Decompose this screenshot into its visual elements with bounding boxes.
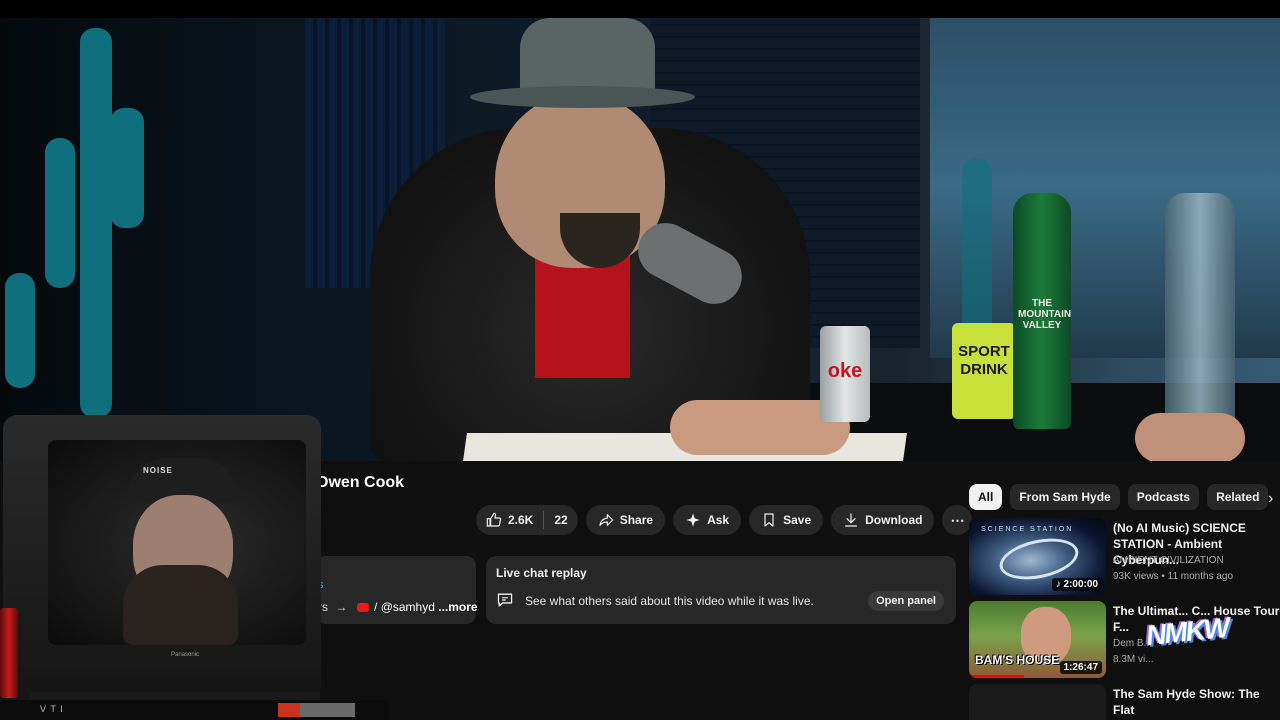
watch-progress-bar <box>969 675 1024 678</box>
chat-icon <box>497 593 513 607</box>
video-player[interactable]: oke SPORT DRINK THE MOUNTAIN VALLEY <box>0 18 1280 461</box>
ask-button[interactable]: Ask <box>673 505 742 535</box>
save-button[interactable]: Save <box>749 505 824 535</box>
streamer-cap-text: NOISE <box>143 466 173 475</box>
webcam-overlay: NOISE Panasonic V T I <box>0 410 390 720</box>
recommendation-thumbnail[interactable]: SCIENCE STATION ♪ 2:00:00 <box>969 518 1106 595</box>
share-button[interactable]: Share <box>585 505 666 535</box>
action-bar: 2.6K 22 Share Ask Save Download ⋯ <box>476 505 973 535</box>
duration-badge: ♪ 2:00:00 <box>1051 578 1102 591</box>
recommendation-item[interactable]: The Sam Hyde Show: The Flat <box>969 684 1280 720</box>
chip-related[interactable]: Related <box>1207 484 1269 510</box>
ask-label: Ask <box>707 513 730 527</box>
desk-red-block <box>278 703 300 717</box>
top-black-bar <box>0 0 1280 18</box>
share-label: Share <box>619 513 654 527</box>
save-label: Save <box>783 513 812 527</box>
like-count: 2.6K <box>508 513 534 527</box>
streamer-beard <box>123 565 238 645</box>
more-actions-icon: ⋯ <box>950 511 965 528</box>
water-bottle <box>1165 193 1235 423</box>
music-note-icon: ♪ <box>1055 579 1064 590</box>
thumbnail-label: SCIENCE STATION <box>981 526 1074 533</box>
tv-brand: Panasonic <box>171 652 200 658</box>
recommendation-chips: All From Sam Hyde Podcasts Related <box>969 484 1269 510</box>
desk-gray-block <box>300 703 355 717</box>
duration-text: 2:00:00 <box>1063 579 1098 590</box>
arrow-right-icon: → <box>335 600 348 614</box>
chip-podcasts[interactable]: Podcasts <box>1127 484 1200 510</box>
webcam-feed: NOISE <box>48 440 306 645</box>
dislike-button[interactable]: 22 <box>544 505 577 535</box>
download-label: Download <box>865 513 923 527</box>
download-icon <box>845 513 858 527</box>
graffiti-logo-art: NMKW <box>1144 611 1230 652</box>
recommendation-item[interactable]: SCIENCE STATION ♪ 2:00:00 (No AI Music) … <box>969 518 1280 598</box>
live-chat-title: Live chat replay <box>496 566 587 580</box>
thumbnail-label: BAM'S HOUSE <box>975 653 1060 667</box>
description-more-link[interactable]: ...more <box>438 600 477 614</box>
bookmark-icon <box>764 513 774 527</box>
desk-strip-text: V T I <box>40 704 64 714</box>
share-icon <box>599 514 613 526</box>
graffiti-logo: NMKW <box>1142 592 1272 687</box>
recommendation-thumbnail[interactable]: BAM'S HOUSE 1:26:47 <box>969 601 1106 678</box>
cactus-arm <box>110 108 144 228</box>
like-button[interactable]: 2.6K <box>476 505 543 535</box>
guest-hand <box>1135 413 1245 461</box>
recommendation-thumbnail[interactable] <box>969 684 1106 720</box>
sport-drink-label: SPORT DRINK <box>958 343 1010 378</box>
recommendation-meta: 93K views • 11 months ago <box>1113 571 1234 582</box>
desk-strip: V T I <box>0 700 390 720</box>
sparkle-icon <box>686 513 700 527</box>
soda-can-label: oke <box>827 360 863 382</box>
cactus-small <box>5 273 35 388</box>
live-chat-text: See what others said about this video wh… <box>525 594 814 608</box>
green-bottle-label: THE MOUNTAIN VALLEY <box>1018 298 1072 331</box>
download-button[interactable]: Download <box>831 505 935 535</box>
youtube-icon <box>356 603 369 612</box>
description-line: rs → / @samhyd ...more <box>318 600 478 614</box>
like-dislike-group: 2.6K 22 <box>476 505 578 535</box>
live-chat-replay: Live chat replay See what others said ab… <box>486 556 956 624</box>
more-actions-button[interactable]: ⋯ <box>942 505 973 535</box>
channel-handle-link[interactable]: / @samhyd <box>374 600 435 614</box>
duration-badge: 1:26:47 <box>1059 661 1102 674</box>
host-hat-brim <box>470 86 695 108</box>
thumbs-up-icon <box>486 512 502 527</box>
chevron-right-icon[interactable]: › <box>1268 490 1273 508</box>
chip-from-sam-hyde[interactable]: From Sam Hyde <box>1010 484 1120 510</box>
cactus-arm <box>45 138 75 288</box>
dislike-count: 22 <box>554 513 568 527</box>
cactus-right <box>962 158 992 338</box>
energy-can <box>0 608 18 698</box>
description-box[interactable]: s rs → / @samhyd ...more <box>316 556 478 624</box>
open-panel-button[interactable]: Open panel <box>868 591 944 611</box>
cactus <box>80 28 112 418</box>
crt-tv: NOISE Panasonic <box>3 415 321 700</box>
recommendation-title[interactable]: The Sam Hyde Show: The Flat <box>1113 686 1280 718</box>
chip-all[interactable]: All <box>969 484 1003 510</box>
recommendation-channel[interactable]: AMBIENT CIVILIZATION <box>1113 555 1224 566</box>
